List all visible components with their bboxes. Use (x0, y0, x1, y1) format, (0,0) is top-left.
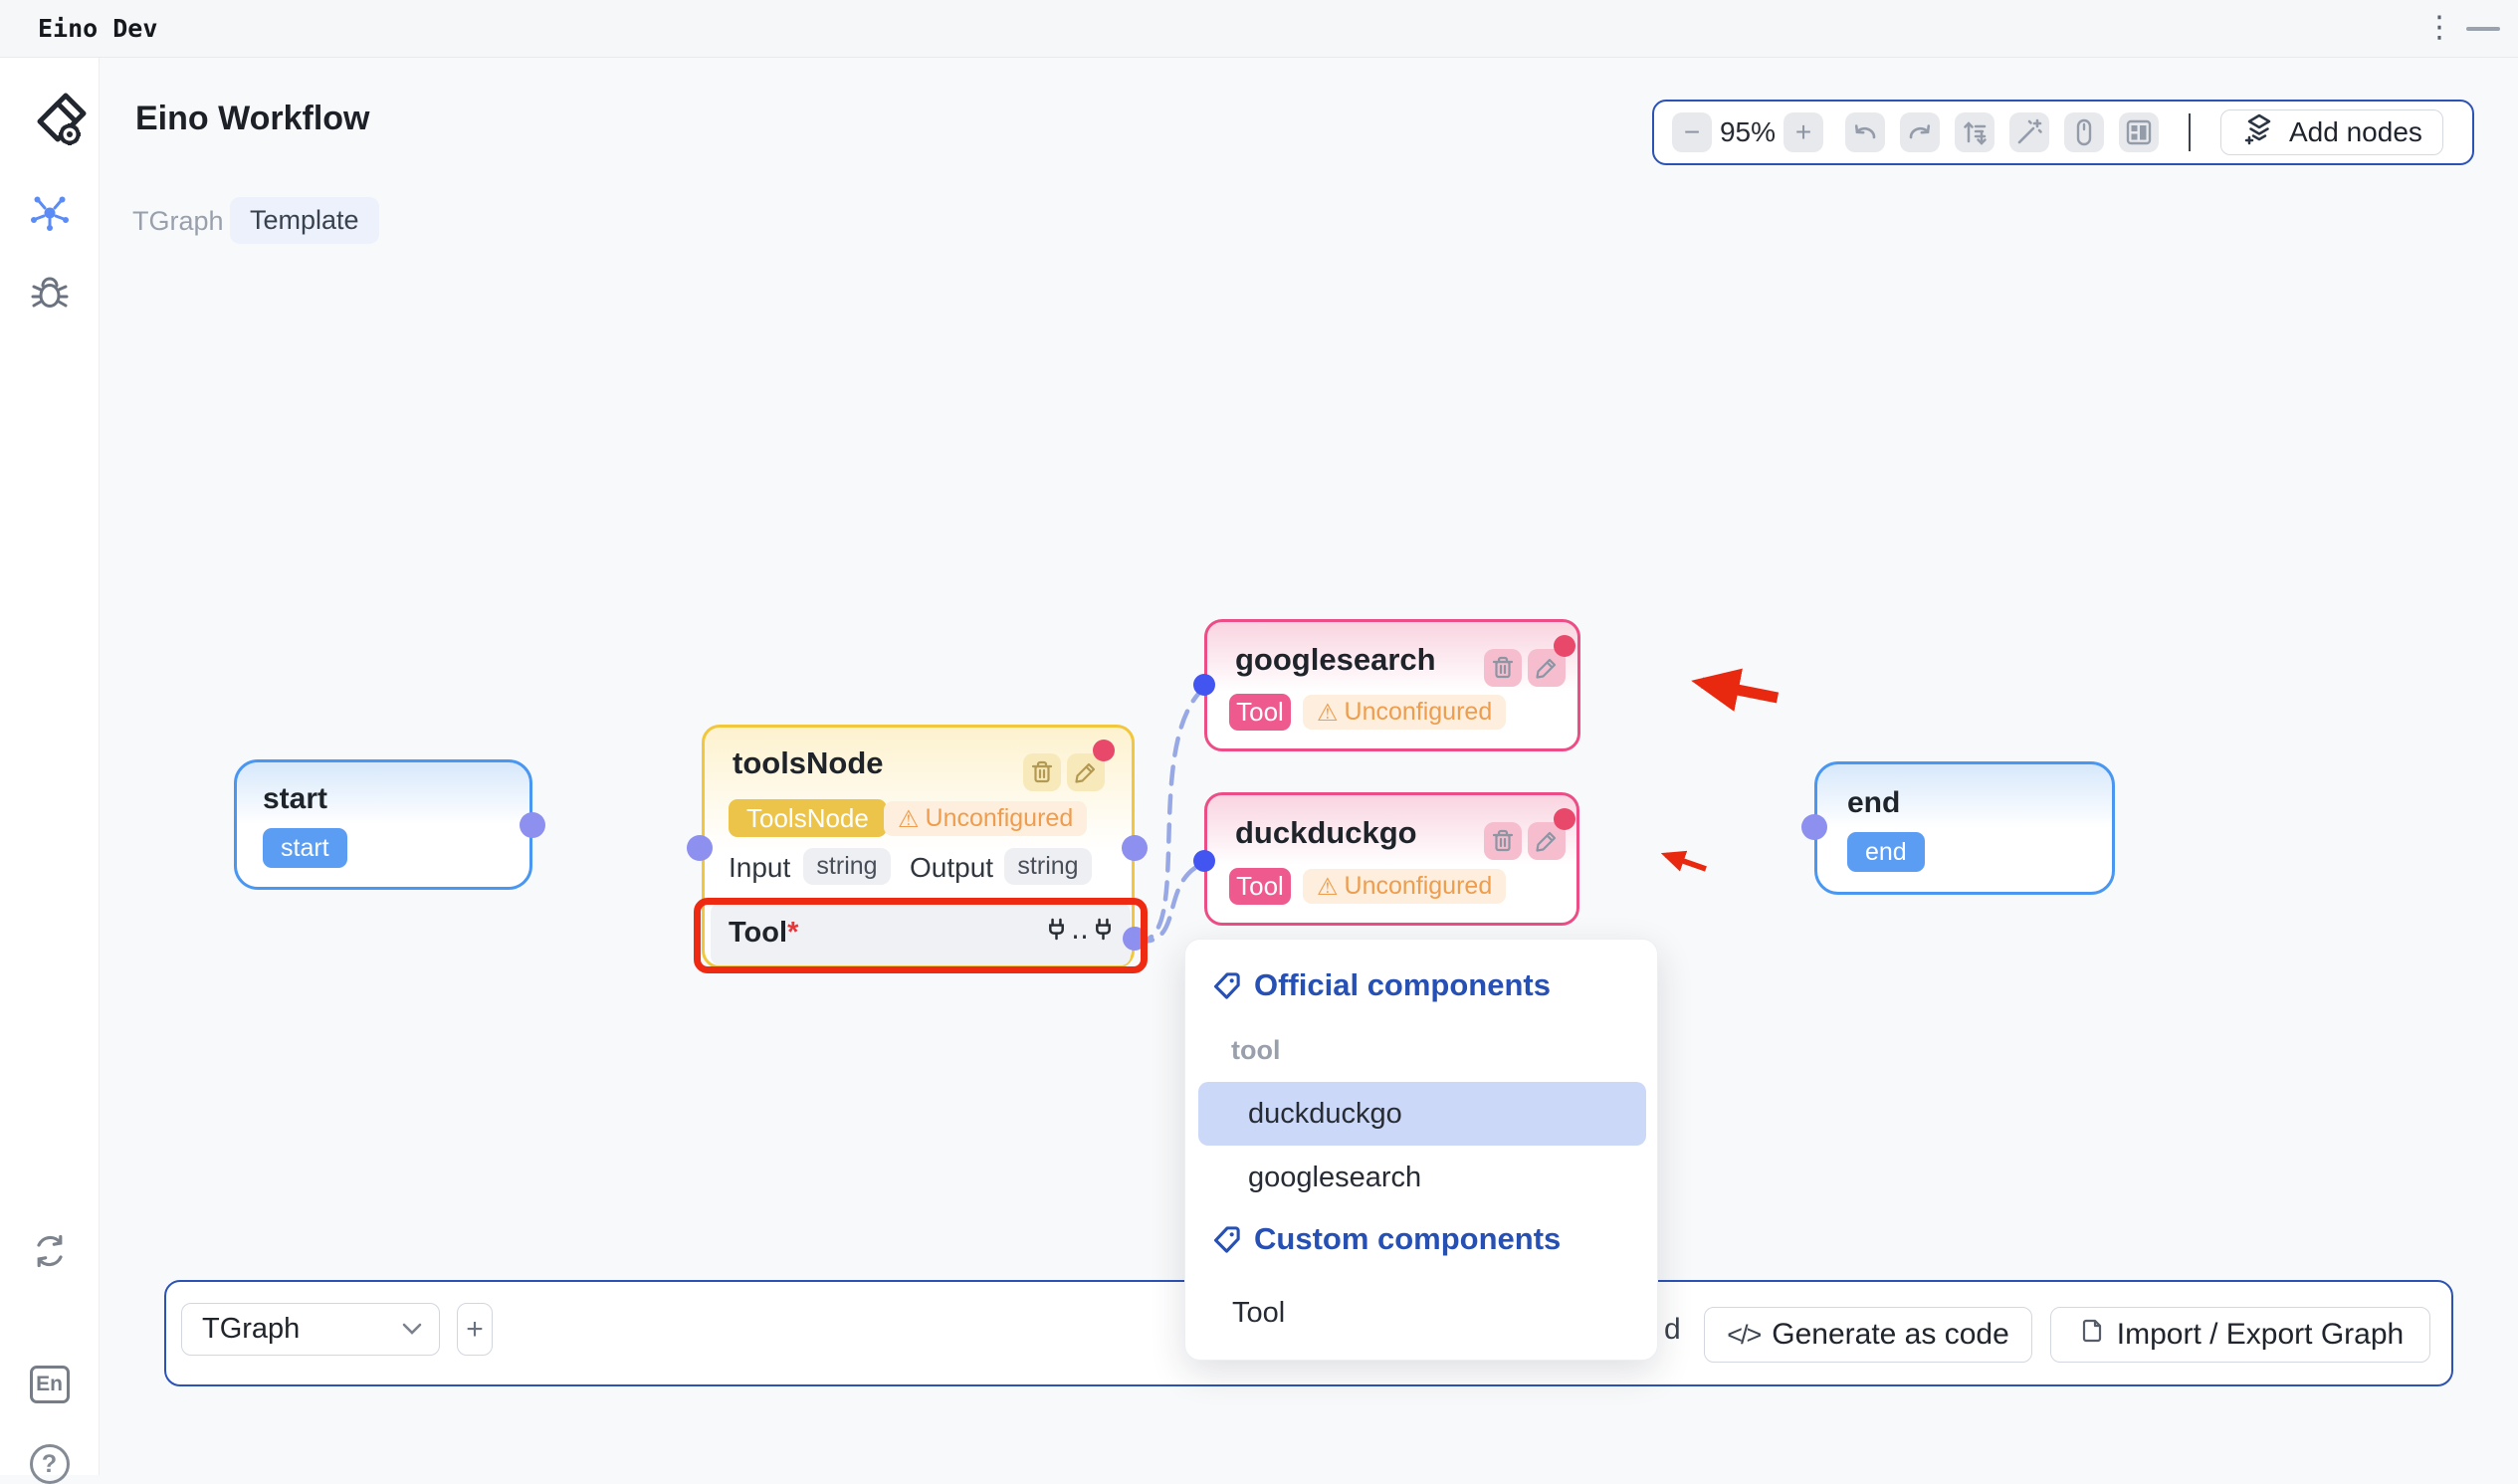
page-title: Eino Workflow (135, 100, 369, 138)
partially-hidden-text: d (1664, 1303, 1681, 1356)
zoom-level: 95% (1712, 116, 1784, 148)
language-icon[interactable]: En (30, 1366, 70, 1403)
tab-tgraph[interactable]: TGraph (132, 206, 224, 237)
import-export-graph-button[interactable]: Import / Export Graph (2050, 1307, 2430, 1363)
tab-template[interactable]: Template (230, 197, 379, 244)
mouse-mode-icon[interactable] (2064, 112, 2104, 152)
auto-layout-icon[interactable] (1955, 112, 1994, 152)
node-start-title: start (263, 782, 327, 816)
document-icon (2077, 1317, 2105, 1353)
node-end-title: end (1847, 786, 1900, 820)
plug-dots: ‥ (1071, 917, 1089, 943)
node-googlesearch-title: googlesearch (1235, 642, 1436, 678)
plug-icon (1090, 916, 1117, 943)
workflow-editor: Eino Dev ⋮ (0, 0, 2518, 1475)
toolbar-divider (2189, 113, 2191, 151)
add-graph-button[interactable]: + (457, 1303, 493, 1356)
annotation-arrow-googlesearch (1702, 683, 1778, 698)
port-end-input[interactable] (1801, 814, 1827, 840)
edge-tools-to-duckduckgo (1136, 863, 1204, 942)
status-badge: ⚠ Unconfigured (884, 801, 1087, 836)
official-components-heading: Official components (1211, 967, 1551, 1003)
layers-plus-icon (2241, 111, 2277, 154)
node-type-badge: Tool (1229, 868, 1291, 905)
edge-tools-to-googlesearch (1136, 688, 1204, 941)
minimize-icon[interactable] (2466, 27, 2500, 31)
tool-field-label: Tool* (729, 917, 798, 950)
kebab-menu-icon[interactable]: ⋮ (2424, 0, 2454, 56)
node-googlesearch[interactable]: googlesearch Tool ⚠ Unconfigured (1204, 619, 1580, 751)
app-title: Eino Dev (38, 0, 157, 58)
node-toolsnode-title: toolsNode (733, 745, 884, 781)
zoom-out-button[interactable]: − (1672, 112, 1712, 152)
node-type-badge: Tool (1229, 694, 1291, 731)
port-toolsnode-output[interactable] (1122, 835, 1148, 861)
sync-refresh-icon[interactable] (29, 1230, 71, 1277)
delete-node-button[interactable] (1023, 753, 1061, 791)
port-googlesearch-input[interactable] (1193, 674, 1215, 696)
delete-node-button[interactable] (1484, 649, 1522, 687)
port-start-output[interactable] (520, 812, 545, 838)
node-duckduckgo[interactable]: duckduckgo Tool ⚠ Unconfigured (1204, 792, 1579, 926)
tool-field-row[interactable]: Tool* ‥ (711, 903, 1131, 965)
tag-icon (1211, 970, 1242, 1001)
window-title-bar: Eino Dev ⋮ (0, 0, 2518, 58)
delete-node-button[interactable] (1484, 822, 1522, 860)
unsaved-indicator-dot (1093, 740, 1115, 761)
zoom-in-button[interactable]: + (1784, 112, 1823, 152)
output-type-pill: string (1004, 848, 1092, 885)
undo-icon[interactable] (1845, 112, 1885, 152)
node-start[interactable]: start start (234, 759, 532, 890)
node-type-badge: ToolsNode (729, 799, 887, 837)
add-nodes-label: Add nodes (2289, 116, 2422, 148)
debug-bug-icon[interactable] (28, 270, 72, 318)
eino-logo-icon (28, 92, 94, 160)
input-type-pill: string (803, 848, 891, 885)
status-badge: ⚠ Unconfigured (1303, 695, 1506, 730)
input-label: Input (729, 852, 790, 884)
status-badge: ⚠ Unconfigured (1303, 869, 1506, 904)
graph-select-value: TGraph (202, 1304, 300, 1354)
node-start-badge: start (263, 828, 347, 868)
port-duckduckgo-input[interactable] (1193, 850, 1215, 872)
dropdown-item-duckduckgo[interactable]: duckduckgo (1198, 1082, 1646, 1146)
graph-select[interactable]: TGraph (181, 1303, 440, 1356)
components-dropdown: Official components tool duckduckgo goog… (1184, 939, 1658, 1361)
dropdown-item-tool[interactable]: Tool (1198, 1284, 1646, 1342)
annotation-arrow-duckduckgo (1666, 855, 1706, 869)
minimap-layout-icon[interactable] (2119, 112, 2159, 152)
component-group-label: tool (1231, 1035, 1280, 1066)
workflow-graph-icon[interactable] (28, 190, 72, 239)
warning-icon: ⚠ (1317, 699, 1339, 727)
output-label: Output (910, 852, 993, 884)
canvas-toolbar: − 95% + (1652, 100, 2474, 165)
plug-icon (1043, 916, 1070, 943)
unsaved-indicator-dot (1554, 635, 1575, 657)
plug-icons: ‥ (1043, 916, 1117, 943)
dropdown-item-googlesearch[interactable]: googlesearch (1198, 1146, 1646, 1209)
node-end-badge: end (1847, 832, 1925, 872)
generate-as-code-button[interactable]: </> Generate as code (1704, 1307, 2032, 1363)
chevron-down-icon (401, 1322, 423, 1341)
port-tool-field[interactable] (1123, 927, 1147, 951)
add-nodes-button[interactable]: Add nodes (2220, 109, 2443, 155)
custom-components-heading: Custom components (1211, 1221, 1561, 1257)
redo-icon[interactable] (1900, 112, 1940, 152)
code-icon: </> (1727, 1320, 1760, 1351)
left-sidebar: En ? (0, 58, 100, 1475)
tag-icon (1211, 1224, 1242, 1255)
node-toolsnode[interactable]: toolsNode ToolsNode ⚠ Unconfigured Input… (702, 725, 1135, 968)
required-star: * (787, 917, 798, 949)
unsaved-indicator-dot (1554, 808, 1575, 830)
warning-icon: ⚠ (898, 805, 920, 833)
magic-wand-icon[interactable] (2009, 112, 2049, 152)
warning-icon: ⚠ (1317, 873, 1339, 901)
port-toolsnode-input[interactable] (687, 835, 713, 861)
node-end[interactable]: end end (1814, 761, 2115, 895)
node-duckduckgo-title: duckduckgo (1235, 815, 1417, 851)
help-icon[interactable]: ? (30, 1444, 70, 1484)
